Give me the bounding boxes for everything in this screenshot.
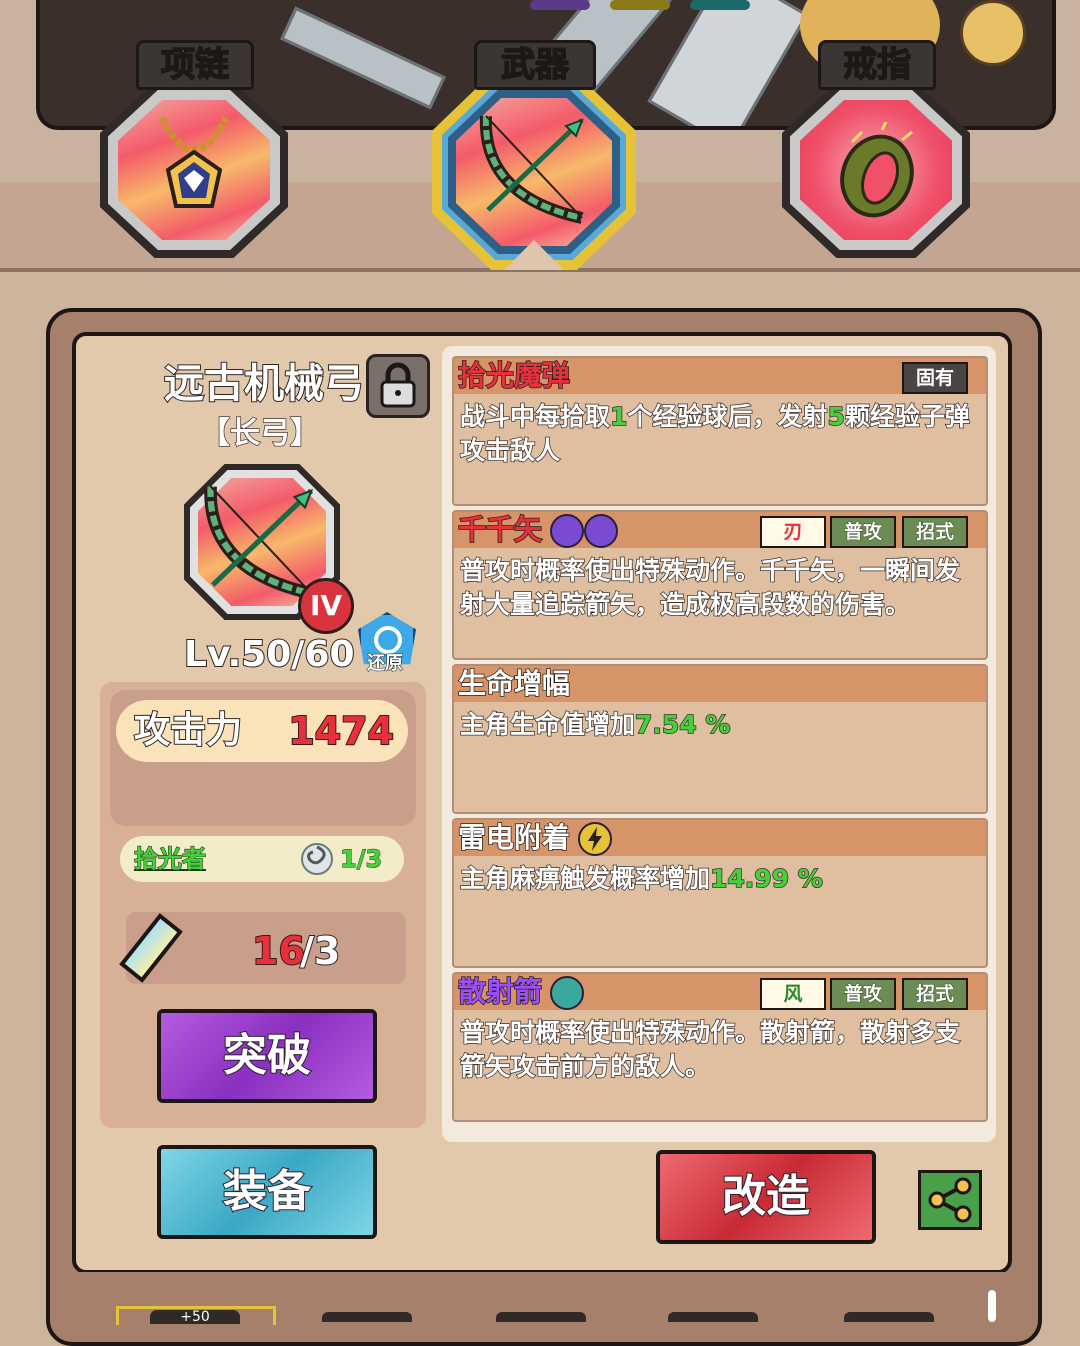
tab-label: 戒指: [818, 40, 936, 90]
tab-ring[interactable]: 戒指: [782, 40, 970, 260]
skill-tag: 刃: [760, 516, 826, 548]
tab-necklace[interactable]: 项链: [100, 40, 288, 260]
inventory-slot[interactable]: [322, 1312, 412, 1322]
share-button[interactable]: [918, 1170, 982, 1230]
lock-icon: [380, 362, 416, 408]
lightning-element-icon: [578, 822, 612, 856]
skill-description: 主角麻痹触发概率增加14.99 %: [459, 863, 823, 894]
item-type: 【长弓】: [199, 415, 321, 452]
skill-description: 主角生命值增加7.54 %: [459, 709, 731, 740]
skill-card[interactable]: 散射箭 风 普攻 招式 普攻时概率使出特殊动作。散射箭，散射多支箭矢攻击前方的敌…: [452, 972, 988, 1122]
skill-description: 战斗中每拾取1个经验球后，发射5颗经验子弹攻击敌人: [459, 401, 970, 466]
skill-name: 拾光魔弹: [457, 358, 571, 393]
skill-name: 生命增幅: [457, 666, 571, 701]
skill-tag: 风: [760, 978, 826, 1010]
skill-tag: 普攻: [830, 978, 896, 1010]
rank-badge: IV: [298, 578, 354, 634]
restore-label: 还原: [367, 653, 404, 675]
set-progress: 1/3: [340, 845, 383, 874]
scrollbar[interactable]: [988, 1290, 996, 1322]
tab-label: 武器: [474, 40, 596, 90]
crystal-need: /3: [299, 928, 341, 974]
ring-icon: [840, 122, 914, 218]
share-icon: [928, 1177, 972, 1223]
skill-description: 普攻时概率使出特殊动作。千千矢，一瞬间发射大量追踪箭矢，造成极高段数的伤害。: [459, 555, 961, 620]
skill-tag: 固有: [902, 362, 968, 394]
inventory-slot[interactable]: [668, 1312, 758, 1322]
skill-name: 千千矢: [457, 512, 543, 547]
skill-name: 雷电附着: [457, 820, 571, 855]
skill-card[interactable]: 千千矢 刃 普攻 招式 普攻时概率使出特殊动作。千千矢，一瞬间发射大量追踪箭矢，…: [452, 510, 988, 660]
skill-name: 散射箭: [457, 974, 543, 1009]
swirl-element-icon: [550, 514, 584, 548]
inventory-slot[interactable]: [496, 1312, 586, 1322]
restore-button[interactable]: 还原: [356, 612, 416, 678]
equip-button[interactable]: 装备: [157, 1145, 377, 1239]
wind-element-icon: [550, 976, 584, 1010]
skill-card[interactable]: 雷电附着 主角麻痹触发概率增加14.99 %: [452, 818, 988, 968]
tab-label: 项链: [136, 40, 254, 90]
necklace-icon: [158, 116, 230, 208]
lock-button[interactable]: [366, 354, 430, 418]
swirl-element-icon: [584, 514, 618, 548]
crystal-have: 16: [251, 928, 306, 974]
set-name[interactable]: 拾光者: [133, 840, 206, 878]
bow-icon: [479, 115, 584, 224]
attack-value: 1474: [287, 708, 395, 754]
skill-description: 普攻时概率使出特殊动作。散射箭，散射多支箭矢攻击前方的敌人。: [459, 1017, 961, 1082]
skill-card[interactable]: 拾光魔弹 固有 战斗中每拾取1个经验球后，发射5颗经验子弹攻击敌人: [452, 356, 988, 506]
skill-tag: 招式: [902, 516, 968, 548]
inventory-slot[interactable]: [844, 1312, 934, 1322]
skill-tag: 普攻: [830, 516, 896, 548]
item-level: Lv.50/60: [183, 633, 356, 676]
crystal-icon: [119, 913, 183, 983]
wind-swirl-icon: [301, 843, 333, 875]
breakthrough-button[interactable]: 突破: [157, 1009, 377, 1103]
reforge-button[interactable]: 改造: [656, 1150, 876, 1244]
tab-weapon[interactable]: 武器: [432, 40, 636, 270]
skill-card[interactable]: 生命增幅 主角生命值增加7.54 %: [452, 664, 988, 814]
item-name: 远古机械弓: [163, 360, 365, 408]
attack-label: 攻击力: [133, 709, 243, 752]
skill-tag: 招式: [902, 978, 968, 1010]
